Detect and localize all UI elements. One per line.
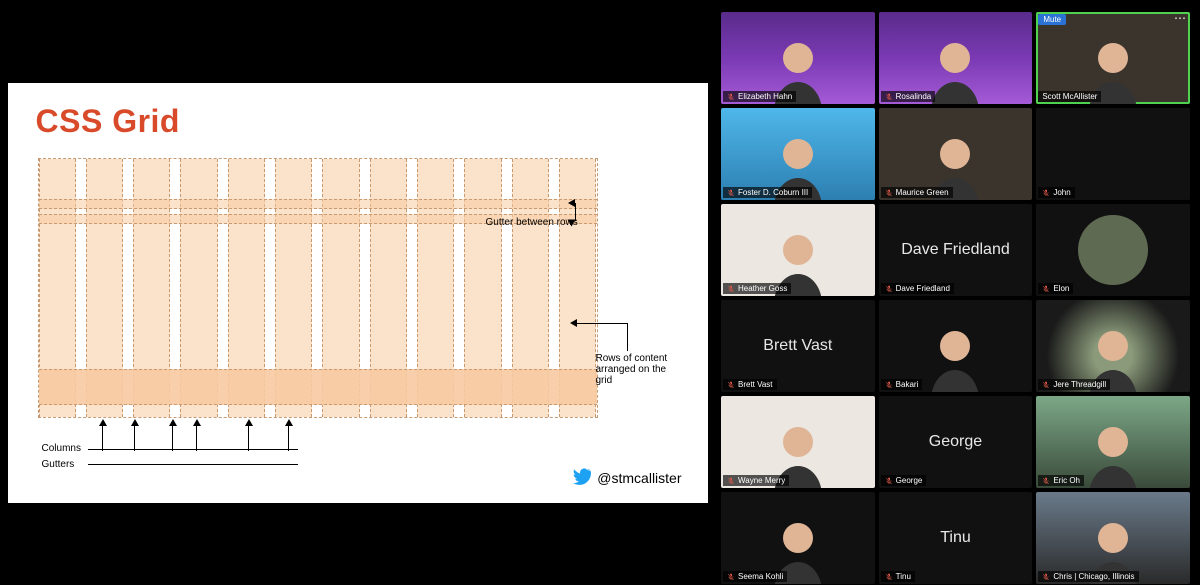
twitter-icon	[573, 468, 591, 489]
participant-tile[interactable]: Wayne Merry	[721, 396, 875, 488]
participant-tile[interactable]: Maurice Green	[879, 108, 1033, 200]
mic-muted-icon	[885, 189, 893, 197]
twitter-handle-text: @stmcallister	[597, 470, 681, 486]
annotation-columns: Columns	[42, 443, 81, 454]
mic-muted-icon	[727, 477, 735, 485]
participant-tile[interactable]: Brett VastBrett Vast	[721, 300, 875, 392]
participant-name: Tinu	[896, 572, 911, 581]
name-tag: Scott McAllister	[1038, 91, 1101, 102]
participant-tile[interactable]: Chris | Chicago, Illinois	[1036, 492, 1190, 584]
participant-name: Scott McAllister	[1042, 92, 1097, 101]
mic-muted-icon	[885, 477, 893, 485]
twitter-handle: @stmcallister	[573, 468, 681, 489]
participant-tile[interactable]: Elizabeth Hahn	[721, 12, 875, 104]
participant-tile[interactable]: GeorgeGeorge	[879, 396, 1033, 488]
name-tag: Wayne Merry	[723, 475, 789, 486]
participant-name: Maurice Green	[896, 188, 949, 197]
name-tag: Seema Kohli	[723, 571, 787, 582]
participant-tile[interactable]: John	[1036, 108, 1190, 200]
participant-name: Seema Kohli	[738, 572, 783, 581]
participant-name: Elizabeth Hahn	[738, 92, 792, 101]
mic-muted-icon	[1042, 573, 1050, 581]
mic-muted-icon	[1042, 477, 1050, 485]
name-tag: Rosalinda	[881, 91, 936, 102]
mic-muted-icon	[1042, 189, 1050, 197]
name-tag: Bakari	[881, 379, 923, 390]
participant-tile[interactable]: Foster D. Coburn III	[721, 108, 875, 200]
participant-tile[interactable]: Elon	[1036, 204, 1190, 296]
participant-name: Wayne Merry	[738, 476, 785, 485]
name-tag: John	[1038, 187, 1074, 198]
mic-muted-icon	[727, 285, 735, 293]
participant-name: Foster D. Coburn III	[738, 188, 808, 197]
annotation-gutter-rows: Gutter between rows	[486, 217, 578, 228]
participant-name: Chris | Chicago, Illinois	[1053, 572, 1134, 581]
slide-title: CSS Grid	[36, 103, 680, 140]
participant-tile[interactable]: Mute⋯Scott McAllister	[1036, 12, 1190, 104]
mic-muted-icon	[727, 93, 735, 101]
name-tag: Brett Vast	[723, 379, 777, 390]
participant-name: Rosalinda	[896, 92, 932, 101]
name-tag: Eric Oh	[1038, 475, 1084, 486]
participant-tile[interactable]: Jere Threadgill	[1036, 300, 1190, 392]
avatar	[1078, 215, 1148, 285]
mic-muted-icon	[885, 93, 893, 101]
participant-tile[interactable]: Dave FriedlandDave Friedland	[879, 204, 1033, 296]
name-tag: Jere Threadgill	[1038, 379, 1110, 390]
mic-muted-icon	[727, 381, 735, 389]
slide: CSS Grid Gutter between rows Rows of con…	[8, 83, 708, 503]
name-tag: Elizabeth Hahn	[723, 91, 796, 102]
mic-muted-icon	[885, 381, 893, 389]
name-tag: Elon	[1038, 283, 1073, 294]
shared-screen: CSS Grid Gutter between rows Rows of con…	[0, 0, 715, 585]
css-grid-diagram	[38, 158, 598, 418]
participant-name: Bakari	[896, 380, 919, 389]
participant-gallery: Elizabeth Hahn Rosalinda Mute⋯Scott McAlli…	[715, 0, 1200, 585]
participant-name: Brett Vast	[738, 380, 773, 389]
name-tag: Tinu	[881, 571, 915, 582]
mic-muted-icon	[727, 189, 735, 197]
annotation-rows-content: Rows of content arranged on the grid	[596, 353, 686, 386]
mic-muted-icon	[885, 285, 893, 293]
name-tag: Heather Goss	[723, 283, 791, 294]
participant-tile[interactable]: Bakari	[879, 300, 1033, 392]
mic-muted-icon	[727, 573, 735, 581]
participant-name: George	[896, 476, 923, 485]
participant-name: Jere Threadgill	[1053, 380, 1106, 389]
mic-muted-icon	[1042, 381, 1050, 389]
participant-tile[interactable]: Seema Kohli	[721, 492, 875, 584]
mic-muted-icon	[885, 573, 893, 581]
annotation-gutters: Gutters	[42, 459, 75, 470]
participant-name: John	[1053, 188, 1070, 197]
name-tag: Chris | Chicago, Illinois	[1038, 571, 1138, 582]
participant-name: Elon	[1053, 284, 1069, 293]
participant-name: Dave Friedland	[896, 284, 950, 293]
name-tag: George	[881, 475, 927, 486]
name-tag: Dave Friedland	[881, 283, 954, 294]
participant-name: Heather Goss	[738, 284, 787, 293]
participant-tile[interactable]: TinuTinu	[879, 492, 1033, 584]
name-tag: Maurice Green	[881, 187, 953, 198]
participant-tile[interactable]: Rosalinda	[879, 12, 1033, 104]
name-tag: Foster D. Coburn III	[723, 187, 812, 198]
participant-tile[interactable]: Heather Goss	[721, 204, 875, 296]
participant-tile[interactable]: Eric Oh	[1036, 396, 1190, 488]
participant-name: Eric Oh	[1053, 476, 1080, 485]
mic-muted-icon	[1042, 285, 1050, 293]
